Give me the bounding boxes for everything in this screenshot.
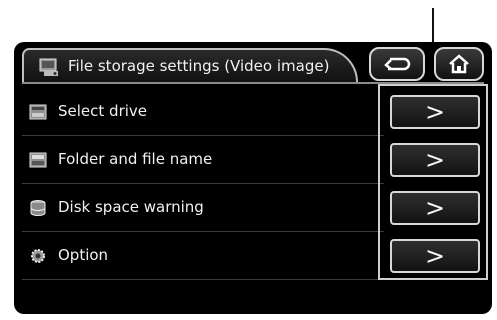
row-disk-space-warning: Disk space warning — [22, 184, 384, 232]
back-button[interactable] — [369, 47, 425, 81]
row-label: Folder and file name — [58, 150, 213, 168]
return-arrow-icon — [384, 57, 411, 71]
drive-icon — [29, 104, 47, 120]
page-title: File storage settings (Video image) — [68, 57, 330, 75]
highlight-frame — [378, 84, 488, 280]
device-screen: File storage settings (Video image) Sele… — [14, 42, 492, 314]
row-option: Option — [22, 232, 384, 280]
home-button[interactable] — [434, 47, 484, 81]
title-tab: File storage settings (Video image) — [22, 48, 358, 82]
row-select-drive: Select drive — [22, 88, 384, 136]
folder-settings-icon — [39, 58, 58, 76]
disk-icon — [30, 200, 46, 216]
row-folder-file-name: Folder and file name — [22, 136, 384, 184]
row-label: Option — [58, 246, 109, 264]
gear-icon — [31, 249, 45, 263]
home-icon — [449, 54, 469, 74]
row-label: Select drive — [58, 102, 148, 120]
row-label: Disk space warning — [58, 198, 204, 216]
folder-icon — [29, 152, 47, 168]
